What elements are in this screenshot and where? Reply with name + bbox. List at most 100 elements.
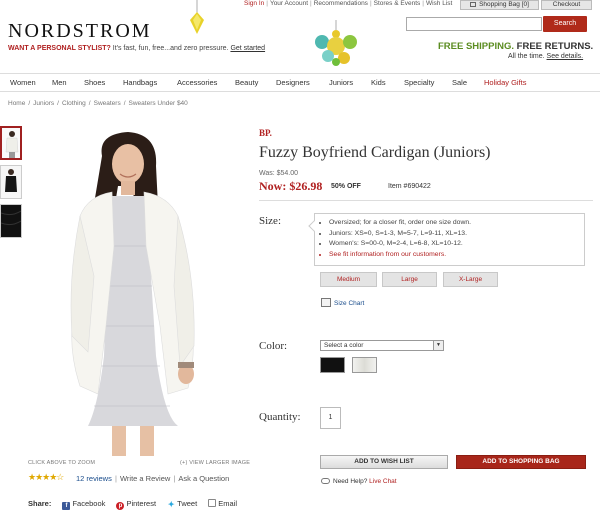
quantity-label: Quantity: bbox=[259, 411, 301, 423]
product-main-image[interactable] bbox=[28, 126, 242, 456]
email-icon bbox=[208, 499, 217, 507]
sign-in-link[interactable]: Sign In bbox=[244, 0, 264, 7]
nav-women[interactable]: Women bbox=[10, 78, 36, 87]
nav-holiday-gifts[interactable]: Holiday Gifts bbox=[484, 78, 527, 87]
color-select[interactable]: Select a color ▼ bbox=[320, 340, 444, 351]
size-xlarge-button[interactable]: X-Large bbox=[443, 272, 498, 287]
pinterest-link[interactable]: Pinterest bbox=[126, 499, 156, 508]
breadcrumb-home[interactable]: Home bbox=[8, 100, 25, 107]
stylist-text: It's fast, fun, free...and zero pressure… bbox=[110, 45, 229, 52]
breadcrumb-sweaters-under-40[interactable]: Sweaters Under $40 bbox=[129, 100, 188, 107]
chat-bubble-icon bbox=[321, 478, 330, 484]
tweet-link[interactable]: Tweet bbox=[177, 499, 197, 508]
breadcrumb: Home / Juniors / Clothing / Sweaters / Sweaters … bbox=[8, 100, 188, 107]
get-started-link[interactable]: Get started bbox=[230, 45, 265, 52]
thumbnail-front[interactable] bbox=[0, 126, 22, 160]
thumbnail-black[interactable] bbox=[0, 165, 22, 199]
live-chat-link[interactable]: Live Chat bbox=[369, 478, 396, 485]
product-title: Fuzzy Boyfriend Cardigan (Juniors) bbox=[259, 144, 491, 161]
twitter-icon: ✦ bbox=[167, 500, 176, 509]
product-brand[interactable]: BP. bbox=[259, 128, 272, 138]
model-photo bbox=[28, 126, 242, 456]
ornament-cluster-icon bbox=[315, 20, 357, 66]
reviews-count-link[interactable]: 12 reviews bbox=[76, 474, 112, 483]
recommendations-link[interactable]: Recommendations bbox=[314, 0, 368, 7]
ornament-yellow-icon bbox=[190, 0, 204, 34]
nav-juniors[interactable]: Juniors bbox=[329, 78, 353, 87]
breadcrumb-clothing[interactable]: Clothing bbox=[62, 100, 86, 107]
size-info-line: Oversized; for a closer fit, order one s… bbox=[329, 218, 578, 229]
nav-specialty[interactable]: Specialty bbox=[404, 78, 434, 87]
size-chart-link[interactable]: Size Chart bbox=[321, 298, 364, 307]
quantity-input[interactable]: 1 bbox=[320, 407, 341, 429]
write-review-link[interactable]: Write a Review bbox=[120, 474, 170, 483]
discount-badge: 50% OFF bbox=[331, 183, 361, 190]
click-to-zoom-text: CLICK ABOVE TO ZOOM bbox=[28, 460, 96, 466]
facebook-link[interactable]: Facebook bbox=[72, 499, 105, 508]
breadcrumb-sweaters[interactable]: Sweaters bbox=[94, 100, 121, 107]
thumbnail-detail-image bbox=[1, 205, 21, 237]
size-chart-label: Size Chart bbox=[334, 300, 365, 307]
color-label: Color: bbox=[259, 340, 288, 352]
facebook-icon: f bbox=[62, 502, 71, 510]
nav-designers[interactable]: Designers bbox=[276, 78, 310, 87]
free-shipping-banner: FREE SHIPPING. FREE RETURNS. bbox=[438, 41, 593, 52]
nav-kids[interactable]: Kids bbox=[371, 78, 386, 87]
fit-info-link[interactable]: See fit information from our customers. bbox=[329, 251, 446, 258]
search-button[interactable]: Search bbox=[543, 16, 587, 32]
view-larger-image-link[interactable]: (+) VIEW LARGER IMAGE bbox=[180, 460, 250, 466]
share-bar: Share: f Facebook p Pinterest ✦ Tweet Email bbox=[28, 499, 237, 510]
your-account-link[interactable]: Your Account bbox=[270, 0, 308, 7]
size-chart-icon bbox=[321, 298, 331, 307]
checkout-button[interactable]: Checkout bbox=[541, 0, 592, 10]
shipping-note: All the time. See details. bbox=[508, 53, 583, 60]
free-shipping-text: FREE SHIPPING. bbox=[438, 41, 515, 52]
nav-sale[interactable]: Sale bbox=[452, 78, 467, 87]
was-price: Was: $54.00 bbox=[259, 170, 299, 177]
stylist-headline: WANT A PERSONAL STYLIST? bbox=[8, 45, 111, 52]
share-label: Share: bbox=[28, 499, 52, 508]
free-returns-text: FREE RETURNS. bbox=[516, 41, 594, 52]
color-select-value: Select a color bbox=[324, 342, 364, 349]
size-medium-button[interactable]: Medium bbox=[320, 272, 377, 287]
size-info-box: Oversized; for a closer fit, order one s… bbox=[308, 213, 585, 266]
stores-events-link[interactable]: Stores & Events bbox=[374, 0, 421, 7]
color-swatch-black[interactable] bbox=[320, 357, 345, 373]
divider bbox=[259, 200, 593, 201]
thumbnail-black-image bbox=[1, 166, 21, 198]
top-links: Sign In | Your Account | Recommendations | Sto… bbox=[244, 0, 453, 7]
chevron-down-icon: ▼ bbox=[433, 341, 443, 350]
nav-accessories[interactable]: Accessories bbox=[177, 78, 217, 87]
reviews-links: 12 reviews | Write a Review | Ask a Ques… bbox=[76, 474, 230, 483]
need-help: Need Help? Live Chat bbox=[321, 478, 397, 485]
pinterest-icon: p bbox=[116, 502, 125, 510]
email-link[interactable]: Email bbox=[218, 499, 237, 508]
item-number: Item #690422 bbox=[388, 183, 431, 190]
shopping-bag-button[interactable]: Shopping Bag [0] bbox=[460, 0, 539, 10]
nav-shoes[interactable]: Shoes bbox=[84, 78, 105, 87]
need-help-label: Need Help? bbox=[333, 478, 368, 485]
shopping-bag-label: Shopping Bag [0] bbox=[479, 1, 529, 8]
size-info-line: Women's: S=00-0, M=2-4, L=6-8, XL=10-12. bbox=[329, 239, 578, 250]
size-label: Size: bbox=[259, 215, 281, 227]
add-to-shopping-bag-button[interactable]: ADD TO SHOPPING BAG bbox=[456, 455, 586, 469]
nordstrom-logo[interactable]: NORDSTROM bbox=[8, 20, 152, 43]
breadcrumb-juniors[interactable]: Juniors bbox=[33, 100, 54, 107]
ask-question-link[interactable]: Ask a Question bbox=[178, 474, 229, 483]
color-swatch-ivory[interactable] bbox=[352, 357, 377, 373]
nav-handbags[interactable]: Handbags bbox=[123, 78, 157, 87]
thumbnail-detail[interactable] bbox=[0, 204, 22, 238]
main-nav: Women Men Shoes Handbags Accessories Bea… bbox=[0, 73, 600, 92]
search-input[interactable] bbox=[406, 17, 542, 31]
add-to-wish-list-button[interactable]: ADD TO WISH LIST bbox=[320, 455, 448, 469]
see-details-link[interactable]: See details. bbox=[547, 53, 584, 60]
nav-men[interactable]: Men bbox=[52, 78, 67, 87]
size-large-button[interactable]: Large bbox=[382, 272, 437, 287]
wish-list-link[interactable]: Wish List bbox=[426, 0, 452, 7]
now-price: Now: $26.98 bbox=[259, 179, 323, 193]
size-info-line: Juniors: XS=0, S=1-3, M=5-7, L=9-11, XL=… bbox=[329, 229, 578, 240]
bag-icon bbox=[470, 2, 477, 7]
nav-beauty[interactable]: Beauty bbox=[235, 78, 258, 87]
thumbnail-front-image bbox=[2, 128, 20, 158]
shipping-note-text: All the time. bbox=[508, 53, 545, 60]
